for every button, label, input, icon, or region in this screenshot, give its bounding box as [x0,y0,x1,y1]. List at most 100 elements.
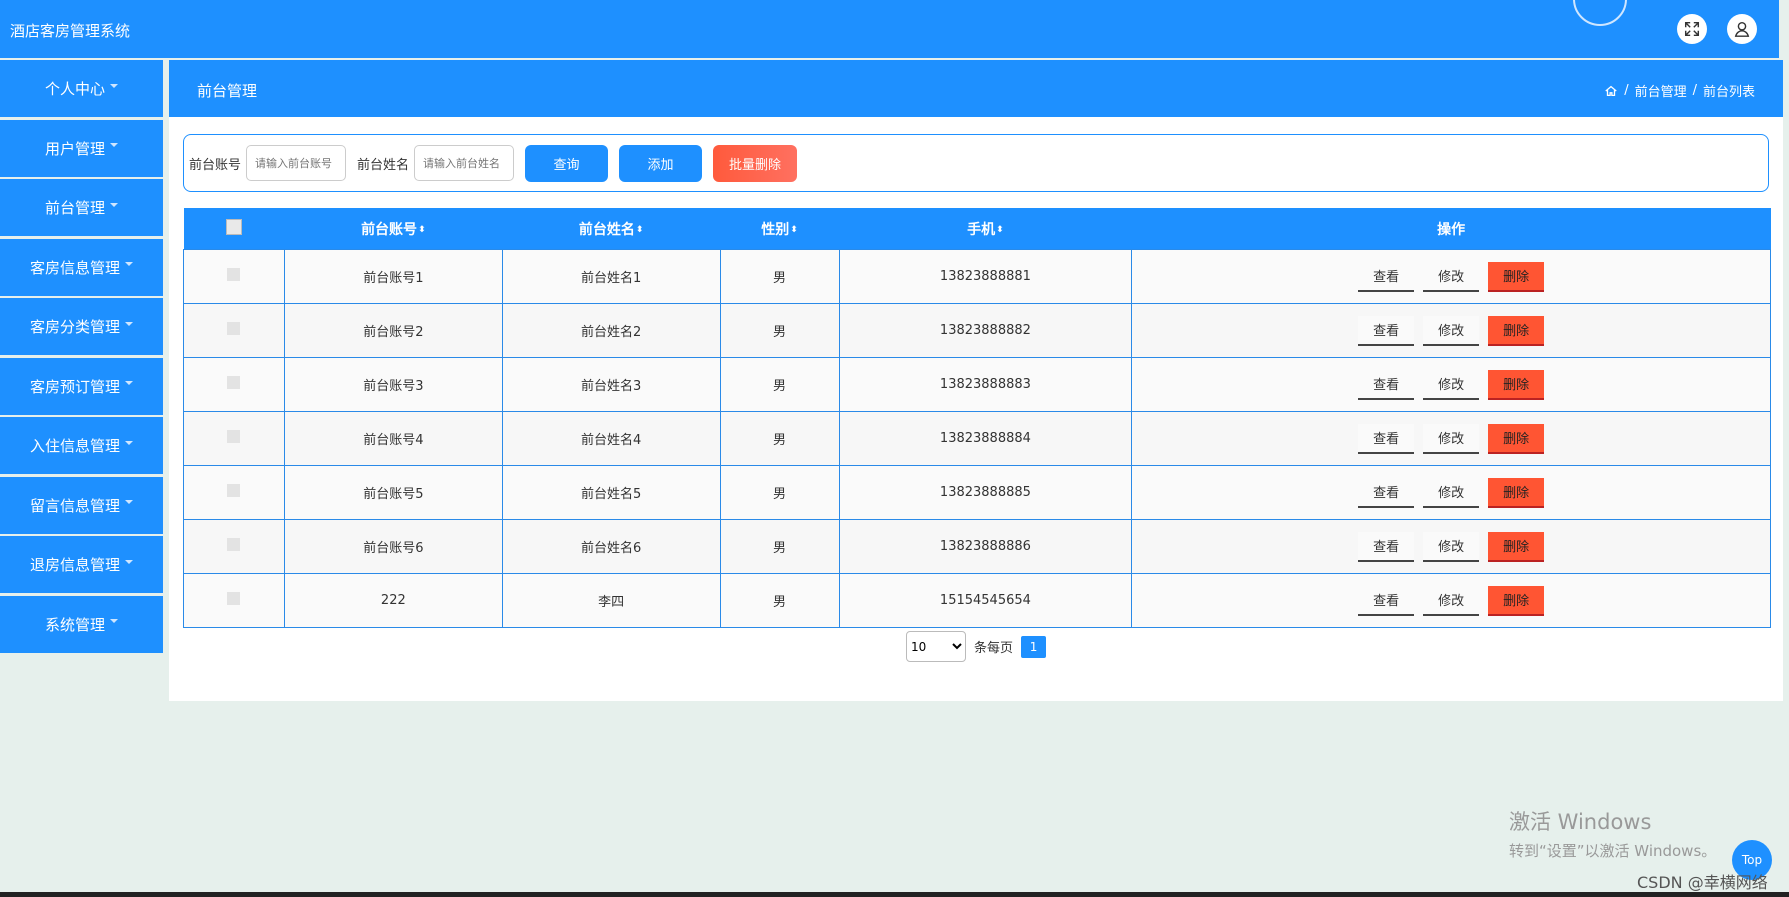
view-button[interactable]: 查看 [1358,423,1415,454]
sidebar-item-front-desk[interactable]: 前台管理 [0,179,163,236]
edit-button[interactable]: 修改 [1423,315,1480,346]
row-checkbox[interactable] [227,322,241,335]
name-search-input[interactable] [414,145,515,181]
row-checkbox[interactable] [227,376,241,389]
row-checkbox-cell[interactable] [183,573,285,628]
breadcrumb-item[interactable]: 前台管理 [1635,81,1687,100]
user-icon [1734,21,1750,37]
table-row: 前台账号3 前台姓名3 男 13823888883 查看 修改 删除 [183,357,1771,412]
edit-button[interactable]: 修改 [1423,261,1480,292]
caret-down-icon [110,619,118,623]
edit-button[interactable]: 修改 [1423,531,1480,562]
row-checkbox-cell[interactable] [183,249,285,304]
delete-button[interactable]: 删除 [1488,261,1545,292]
view-button[interactable]: 查看 [1358,477,1415,508]
view-button[interactable]: 查看 [1358,315,1415,346]
select-all-checkbox[interactable] [225,218,242,235]
query-button[interactable]: 查询 [525,144,609,182]
fullscreen-button[interactable] [1677,14,1707,44]
cell-phone: 13823888881 [838,249,1133,304]
header-label: 性别 [761,221,790,238]
caret-down-icon [110,202,118,207]
row-checkbox-cell[interactable] [183,465,285,520]
sidebar-item-users[interactable]: 用户管理 [0,119,163,177]
header-label: 前台账号 [361,221,418,238]
cell-name: 李四 [501,573,721,628]
page-number-button[interactable]: 1 [1021,635,1047,658]
sort-icon[interactable]: ⬍ [790,225,798,235]
cell-actions: 查看 修改 删除 [1131,303,1771,358]
caret-down-icon [125,440,133,445]
delete-button[interactable]: 删除 [1488,585,1545,616]
header-select-all[interactable] [183,208,285,250]
sidebar-item-personal-center[interactable]: 个人中心 [0,60,163,117]
app-title: 酒店客房管理系统 [10,22,131,40]
sidebar-item-checkout[interactable]: 退房信息管理 [0,536,163,593]
user-button[interactable] [1727,14,1757,44]
sidebar-item-label: 前台管理 [44,199,105,217]
edit-button[interactable]: 修改 [1423,585,1480,616]
sort-icon[interactable]: ⬍ [636,225,644,235]
delete-button[interactable]: 删除 [1488,531,1545,562]
home-icon[interactable] [1604,84,1618,98]
view-button[interactable]: 查看 [1358,369,1415,400]
delete-button[interactable]: 删除 [1488,477,1545,508]
row-checkbox[interactable] [227,538,241,551]
cell-phone: 15154545654 [838,573,1133,628]
edit-button[interactable]: 修改 [1423,477,1480,508]
sidebar-item-room-booking[interactable]: 客房预订管理 [0,357,163,415]
row-checkbox[interactable] [227,484,241,497]
row-checkbox[interactable] [227,268,241,281]
breadcrumb-item: 前台列表 [1702,85,1755,100]
sidebar-item-label: 客房信息管理 [29,258,120,277]
sort-icon[interactable]: ⬍ [996,225,1004,235]
cell-account: 前台账号2 [283,303,503,358]
row-checkbox[interactable] [227,592,241,605]
page-title: 前台管理 [197,82,258,100]
header-account[interactable]: 前台账号⬍ [284,208,503,250]
row-checkbox-cell[interactable] [183,357,285,412]
add-button[interactable]: 添加 [619,144,703,182]
cell-gender: 男 [719,411,840,466]
sidebar-item-label: 用户管理 [44,139,105,158]
batch-delete-button[interactable]: 批量删除 [713,144,798,182]
delete-button[interactable]: 删除 [1488,423,1545,454]
cell-account: 前台账号5 [283,465,503,520]
row-checkbox-cell[interactable] [183,411,285,466]
sidebar-item-checkin[interactable]: 入住信息管理 [0,417,163,474]
sidebar-item-room-info[interactable]: 客房信息管理 [0,238,163,296]
sidebar-item-room-category[interactable]: 客房分类管理 [0,298,163,355]
view-button[interactable]: 查看 [1358,531,1415,562]
header-phone[interactable]: 手机⬍ [839,208,1132,250]
sort-icon[interactable]: ⬍ [418,225,426,235]
cell-gender: 男 [719,249,840,304]
table-row: 222 李四 男 15154545654 查看 修改 删除 [183,573,1771,628]
sidebar-item-messages[interactable]: 留言信息管理 [0,476,163,534]
front-desk-table: 前台账号⬍ 前台姓名⬍ 性别⬍ 手机⬍ 操作 前台账号1 前台姓名1 男 138… [183,208,1771,628]
row-checkbox-cell[interactable] [183,519,285,574]
sidebar-item-system[interactable]: 系统管理 [0,595,163,653]
page-size-select[interactable]: 10 [906,631,966,662]
row-checkbox-cell[interactable] [183,303,285,358]
cell-phone: 13823888886 [838,519,1133,574]
header-name[interactable]: 前台姓名⬍ [502,208,721,250]
breadcrumb-separator: / [1624,83,1629,98]
main-panel: 前台管理 / 前台管理 / 前台列表 前台账号 前台姓名 查询 添加 批量删除 … [169,60,1783,701]
view-button[interactable]: 查看 [1358,585,1415,616]
row-checkbox[interactable] [227,430,241,443]
cell-gender: 男 [719,465,840,520]
cell-name: 前台姓名1 [501,249,721,304]
table-row: 前台账号5 前台姓名5 男 13823888885 查看 修改 删除 [183,465,1771,520]
edit-button[interactable]: 修改 [1423,423,1480,454]
delete-button[interactable]: 删除 [1488,315,1545,346]
sidebar-item-label: 退房信息管理 [29,556,120,574]
header-gender[interactable]: 性别⬍ [720,208,839,250]
view-button[interactable]: 查看 [1358,261,1415,292]
account-search-input[interactable] [246,145,347,181]
delete-button[interactable]: 删除 [1488,369,1545,400]
caret-down-icon [110,143,118,147]
edit-button[interactable]: 修改 [1423,369,1480,400]
sidebar-item-label: 客房预订管理 [29,377,120,396]
breadcrumb: / 前台管理 / 前台列表 [1604,81,1755,100]
cell-name: 前台姓名5 [501,465,721,520]
